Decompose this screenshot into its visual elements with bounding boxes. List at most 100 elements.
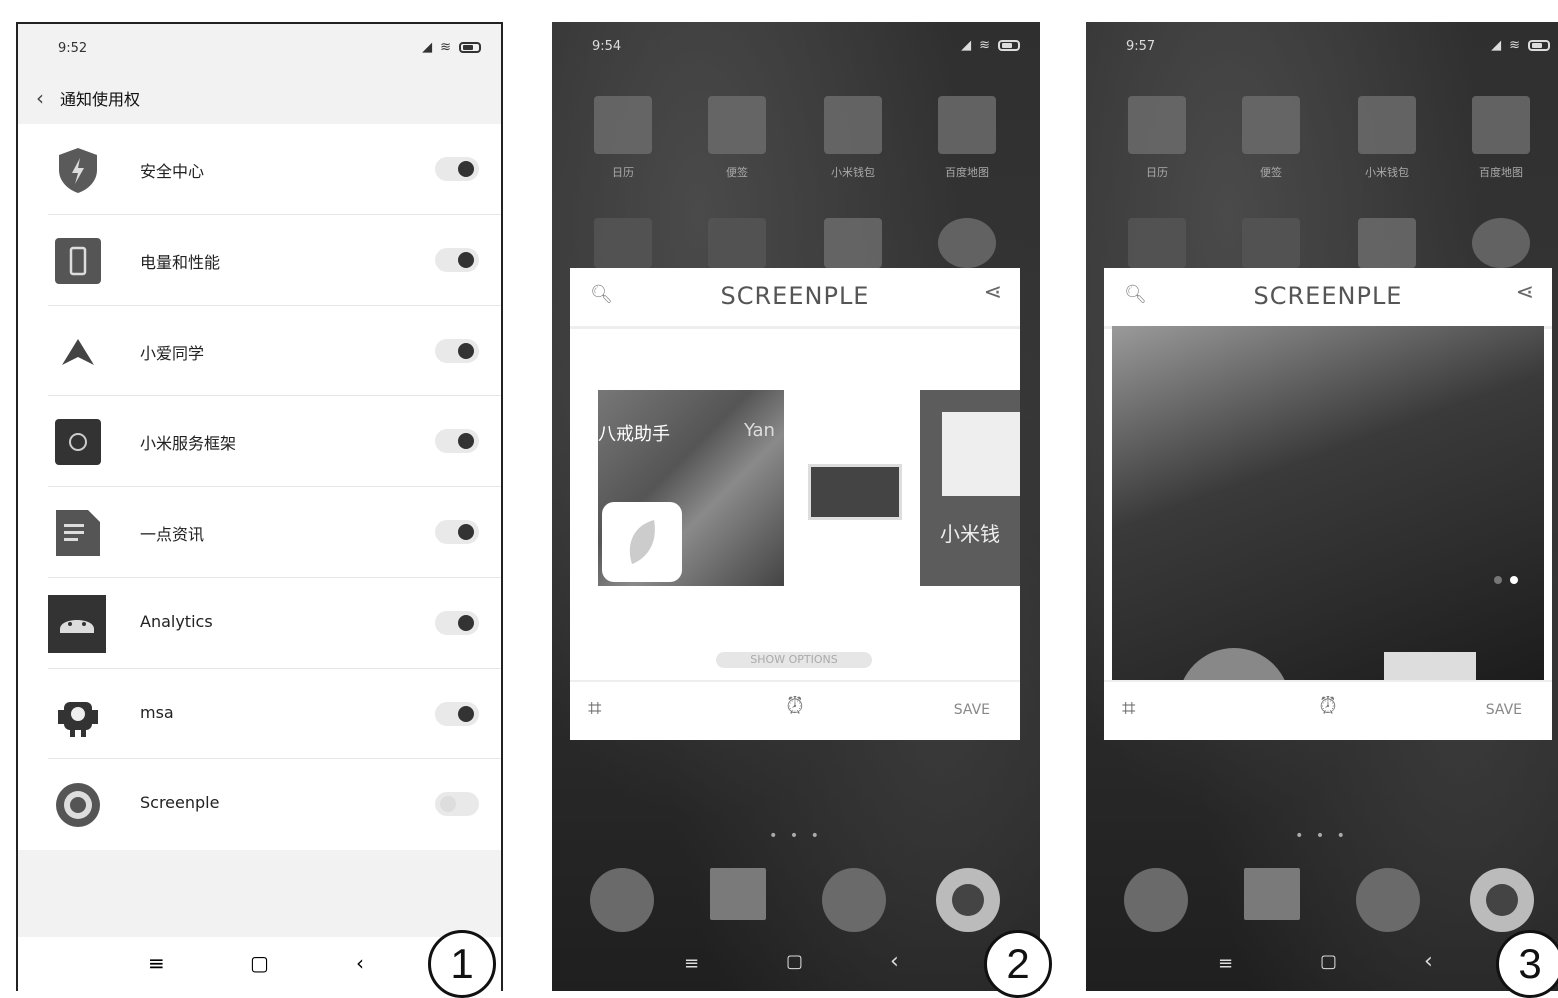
back-nav-icon[interactable]: ‹: [356, 951, 364, 975]
app-label: 一点资讯: [140, 525, 205, 544]
battery-icon: [459, 42, 481, 53]
screenshot-thumbnail[interactable]: 八戒助手 Yan: [598, 390, 784, 586]
step-badge: 3: [1496, 930, 1558, 998]
battery-icon: [1528, 40, 1550, 51]
screenshot-preview[interactable]: [1112, 326, 1544, 682]
app-label: 便签: [726, 166, 748, 179]
app-label: 百度地图: [945, 166, 989, 179]
status-indicators: ◢ ≋: [422, 40, 481, 55]
app-label: 安全中心: [140, 162, 205, 181]
battery-icon: [998, 40, 1020, 51]
status-bar: 9:52 ◢ ≋: [18, 38, 501, 62]
screenshot-thumbnail[interactable]: [808, 464, 902, 520]
camera-app-icon[interactable]: [936, 868, 1000, 932]
maps-app-icon[interactable]: [1472, 96, 1530, 154]
toggle-switch[interactable]: [435, 792, 479, 817]
screenshot-thumbnail[interactable]: 小米钱: [920, 390, 1020, 586]
card-footer: ⌗ ⏰︎ SAVE: [1104, 680, 1552, 740]
toggle-switch[interactable]: [435, 247, 479, 272]
app-icon[interactable]: [938, 218, 996, 268]
alarm-icon[interactable]: ⏰︎: [1319, 694, 1336, 719]
save-button[interactable]: SAVE: [954, 702, 990, 718]
app-label: 电量和性能: [140, 252, 221, 272]
menu-icon[interactable]: ≡: [1218, 953, 1233, 974]
battery-app-icon: [54, 237, 102, 285]
toggle-switch[interactable]: [435, 338, 479, 363]
app-label: msa: [140, 702, 174, 722]
xiaoai-icon: [54, 328, 102, 376]
notification-access-list: 安全中心 电量和性能 小爱同学 小米服务框架 一点资讯 Analytics ms…: [18, 124, 501, 850]
app-label: 小米服务框架: [140, 434, 237, 454]
status-indicators: ◢ ≋: [961, 38, 1020, 53]
crop-icon[interactable]: ⌗: [1122, 694, 1136, 722]
list-item: 安全中心: [18, 124, 501, 215]
notes-app-icon[interactable]: [1242, 96, 1300, 154]
home-icon[interactable]: ▢: [786, 951, 803, 972]
app-label: 日历: [612, 166, 634, 179]
messages-app-icon[interactable]: [1244, 868, 1300, 920]
status-bar: 9:54 ◢ ≋: [552, 36, 1040, 60]
list-item: msa: [18, 669, 501, 760]
status-time: 9:52: [58, 41, 88, 56]
home-icon[interactable]: ▢: [1320, 951, 1337, 972]
app-icon[interactable]: [1472, 218, 1530, 268]
back-icon[interactable]: ‹: [36, 86, 44, 110]
app-icon[interactable]: [1358, 218, 1416, 268]
app-folder-icon[interactable]: [1242, 218, 1300, 268]
app-folder-icon[interactable]: [708, 218, 766, 268]
app-label: 百度地图: [1479, 166, 1523, 179]
alarm-icon[interactable]: ⏰︎: [786, 694, 803, 719]
calendar-app-icon[interactable]: [1128, 96, 1186, 154]
share-icon[interactable]: ⋖: [984, 280, 1002, 305]
wallet-app-icon[interactable]: [824, 96, 882, 154]
card-footer: ⌗ ⏰︎ SAVE: [570, 680, 1020, 740]
toggle-switch[interactable]: [435, 429, 479, 454]
signal-icon: ◢: [1491, 38, 1502, 53]
camera-app-icon[interactable]: [1470, 868, 1534, 932]
browser-app-icon[interactable]: [1356, 868, 1420, 932]
list-item: 一点资讯: [18, 487, 501, 578]
toggle-switch[interactable]: [435, 157, 479, 181]
list-item: Screenple: [18, 759, 501, 850]
app-folder-icon[interactable]: [1128, 218, 1186, 268]
home-icon[interactable]: ▢: [250, 951, 269, 975]
screenple-card: 🔍︎ SCREENPLE ⋖ 八戒助手 Yan 小米钱 SHOW OPTIONS…: [570, 268, 1020, 740]
menu-icon[interactable]: ≡: [148, 951, 165, 975]
toggle-switch[interactable]: [435, 701, 479, 726]
notes-app-icon[interactable]: [708, 96, 766, 154]
app-label: Analytics: [140, 611, 213, 631]
maps-app-icon[interactable]: [938, 96, 996, 154]
crop-icon[interactable]: ⌗: [588, 694, 602, 722]
back-nav-icon[interactable]: ‹: [890, 949, 899, 974]
list-item: 小爱同学: [18, 306, 501, 397]
phone-app-icon[interactable]: [1124, 868, 1188, 932]
toggle-switch[interactable]: [435, 610, 479, 635]
calendar-app-icon[interactable]: [594, 96, 652, 154]
toggle-switch[interactable]: [435, 520, 479, 544]
list-item: Analytics: [18, 578, 501, 669]
msa-icon: [54, 691, 102, 739]
messages-app-icon[interactable]: [710, 868, 766, 920]
app-label: Screenple: [140, 793, 220, 813]
app-label: 便签: [1260, 166, 1282, 179]
screenple-card: 🔍︎ SCREENPLE ⋖ ⌗ ⏰︎ SAVE: [1104, 268, 1552, 740]
back-nav-icon[interactable]: ‹: [1424, 949, 1433, 974]
show-options-button[interactable]: SHOW OPTIONS: [716, 652, 872, 668]
save-button[interactable]: SAVE: [1486, 702, 1522, 718]
status-bar: 9:57 ◢ ≋: [1086, 36, 1558, 60]
phone-app-icon[interactable]: [590, 868, 654, 932]
menu-icon[interactable]: ≡: [684, 953, 699, 974]
card-title: SCREENPLE: [1253, 282, 1403, 310]
page-indicator: • • •: [769, 828, 823, 844]
shield-icon: [54, 146, 102, 194]
app-icon[interactable]: [824, 218, 882, 268]
status-time: 9:54: [592, 39, 622, 54]
wallet-app-icon[interactable]: [1358, 96, 1416, 154]
app-label: 小米钱包: [831, 166, 875, 179]
share-icon[interactable]: ⋖: [1516, 280, 1534, 305]
page-indicator: • • •: [1295, 828, 1349, 844]
app-folder-icon[interactable]: [594, 218, 652, 268]
wifi-icon: ≋: [1509, 38, 1520, 53]
wifi-icon: ≋: [440, 40, 451, 55]
browser-app-icon[interactable]: [822, 868, 886, 932]
